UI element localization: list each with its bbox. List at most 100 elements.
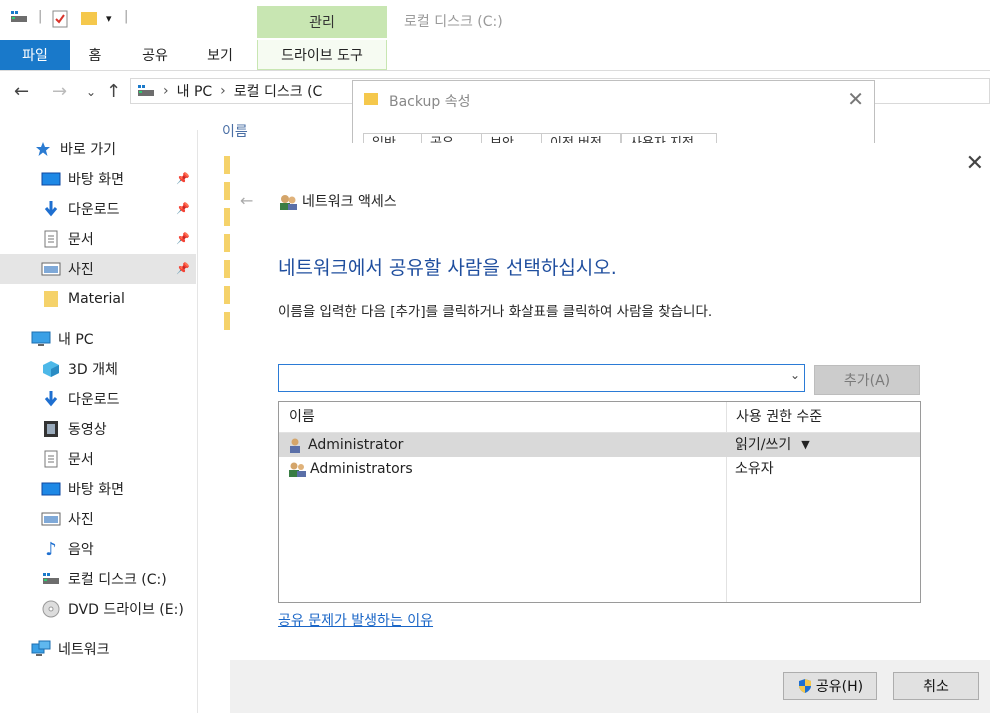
permission-level: 읽기/쓰기	[735, 437, 792, 453]
user-name: Administrator	[308, 437, 404, 453]
permission-level: 소유자	[735, 461, 774, 477]
sidebar-item-label: 바로 가기	[60, 142, 116, 158]
folder-icon	[363, 91, 379, 111]
column-header-name[interactable]: 이름	[289, 402, 315, 432]
list-item[interactable]: Administrator 읽기/쓰기 ▼	[279, 433, 920, 457]
close-icon[interactable]: ✕	[847, 87, 864, 111]
properties-dialog-title: Backup 속성	[389, 94, 471, 110]
share-button-label: 공유(H)	[815, 679, 864, 695]
network-icon	[30, 638, 52, 660]
users-icon	[278, 193, 298, 215]
sidebar-item-label: 문서	[68, 232, 94, 248]
sidebar-item-label: 사진	[68, 512, 94, 528]
pin-icon[interactable]: 📌	[176, 232, 190, 245]
close-icon[interactable]: ✕	[966, 151, 984, 176]
drive-icon	[137, 84, 155, 98]
tab-view[interactable]: 보기	[190, 40, 250, 70]
sidebar-item-desktop[interactable]: 바탕 화면	[0, 474, 196, 504]
sidebar-item-downloads[interactable]: 다운로드	[0, 384, 196, 414]
sidebar-item-material[interactable]: Material	[0, 284, 196, 314]
breadcrumb-separator-icon: ›	[220, 83, 226, 99]
window-title: 로컬 디스크 (C:)	[404, 14, 503, 30]
sidebar-item-label: 음악	[68, 542, 94, 558]
sidebar-item-label: 내 PC	[58, 332, 94, 348]
sidebar-item-network[interactable]: 네트워크	[0, 634, 196, 664]
tab-drive-tools[interactable]: 드라이브 도구	[257, 40, 387, 70]
drive-icon	[40, 568, 62, 590]
customize-toolbar-icon[interactable]: ▾	[106, 12, 112, 25]
user-name-combobox[interactable]: ⌄	[278, 364, 805, 392]
pictures-icon	[40, 508, 62, 530]
sidebar-item-label: 바탕 화면	[68, 482, 124, 498]
navigation-pane: 바로 가기 바탕 화면 📌 다운로드 📌 문서 📌 사진 📌 Material …	[0, 130, 198, 713]
sidebar-item-pictures[interactable]: 사진	[0, 504, 196, 534]
sidebar-item-dvd-drive[interactable]: DVD 드라이브 (E:)	[0, 594, 196, 624]
sidebar-item-label: 네트워크	[58, 642, 110, 658]
star-icon	[32, 138, 54, 160]
user-cell: Administrator	[287, 433, 403, 457]
drive-icon[interactable]	[10, 10, 28, 28]
user-name-input[interactable]	[283, 366, 777, 392]
permission-dropdown[interactable]: 읽기/쓰기 ▼	[735, 433, 810, 457]
tab-file[interactable]: 파일	[0, 40, 70, 70]
sidebar-item-downloads-pinned[interactable]: 다운로드 📌	[0, 194, 196, 224]
tab-share[interactable]: 공유	[126, 40, 184, 70]
list-item[interactable]: Administrators 소유자	[279, 457, 920, 481]
desktop-icon	[40, 168, 62, 190]
caret-down-icon[interactable]: ▼	[801, 433, 809, 457]
sidebar-item-pictures-pinned[interactable]: 사진 📌	[0, 254, 196, 284]
up-arrow-icon[interactable]: ↑	[106, 81, 121, 102]
sidebar-item-local-disk[interactable]: 로컬 디스크 (C:)	[0, 564, 196, 594]
sidebar-item-label: 동영상	[68, 422, 107, 438]
pin-icon[interactable]: 📌	[176, 202, 190, 215]
sidebar-item-label: 로컬 디스크 (C:)	[68, 572, 167, 588]
sidebar-item-music[interactable]: ♪ 음악	[0, 534, 196, 564]
list-header: 이름 사용 권한 수준	[279, 402, 920, 433]
new-folder-icon[interactable]	[80, 10, 98, 30]
pictures-icon	[40, 258, 62, 280]
users-icon	[287, 461, 307, 477]
back-arrow-icon[interactable]: ←	[240, 191, 253, 210]
properties-check-icon[interactable]	[52, 10, 68, 32]
recent-locations-chevron-icon[interactable]: ⌄	[86, 85, 96, 99]
document-icon	[40, 448, 62, 470]
sidebar-item-label: 문서	[68, 452, 94, 468]
chevron-down-icon[interactable]: ⌄	[790, 368, 800, 382]
breadcrumb-local-disk[interactable]: 로컬 디스크 (C	[234, 81, 323, 101]
download-icon	[40, 388, 62, 410]
sidebar-item-documents-pinned[interactable]: 문서 📌	[0, 224, 196, 254]
back-arrow-icon[interactable]: ←	[14, 81, 29, 102]
column-header-name[interactable]: 이름	[222, 121, 248, 141]
column-header-permission[interactable]: 사용 권한 수준	[736, 402, 822, 432]
download-icon	[40, 198, 62, 220]
pin-icon[interactable]: 📌	[176, 172, 190, 185]
sharing-help-link[interactable]: 공유 문제가 발생하는 이유	[278, 610, 433, 630]
sidebar-item-label: 다운로드	[68, 392, 120, 408]
separator: |	[38, 9, 43, 24]
add-button[interactable]: 추가(A)	[814, 365, 920, 395]
forward-arrow-icon[interactable]: →	[52, 81, 67, 102]
share-button[interactable]: 공유(H)	[783, 672, 877, 700]
cancel-button[interactable]: 취소	[893, 672, 979, 700]
sidebar-item-label: Material	[68, 291, 125, 307]
tab-home[interactable]: 홈	[70, 40, 120, 70]
video-icon	[40, 418, 62, 440]
sidebar-item-label: 사진	[68, 262, 94, 278]
sidebar-item-3d-objects[interactable]: 3D 개체	[0, 354, 196, 384]
network-access-dialog: ✕ ← 네트워크 액세스 네트워크에서 공유할 사람을 선택하십시오. 이름을 …	[230, 143, 990, 713]
users-permission-list: 이름 사용 권한 수준 Administrator 읽기/쓰기 ▼ Admini…	[278, 401, 921, 603]
sidebar-item-desktop-pinned[interactable]: 바탕 화면 📌	[0, 164, 196, 194]
manage-tab[interactable]: 관리	[257, 6, 387, 38]
pin-icon[interactable]: 📌	[176, 262, 190, 275]
user-name: Administrators	[310, 461, 413, 477]
sidebar-item-documents[interactable]: 문서	[0, 444, 196, 474]
sidebar-item-videos[interactable]: 동영상	[0, 414, 196, 444]
breadcrumb-my-pc[interactable]: 내 PC	[177, 81, 213, 101]
sidebar-item-this-pc[interactable]: 내 PC	[0, 324, 196, 354]
music-icon: ♪	[45, 538, 57, 560]
sidebar-item-label: 바탕 화면	[68, 172, 124, 188]
folder-icon	[40, 288, 62, 310]
column-divider	[726, 402, 727, 602]
sidebar-item-quick-access[interactable]: 바로 가기	[0, 134, 196, 164]
properties-dialog: Backup 속성 ✕ 일반 공유 보안 이전 버전 사용자 지정	[352, 80, 875, 154]
